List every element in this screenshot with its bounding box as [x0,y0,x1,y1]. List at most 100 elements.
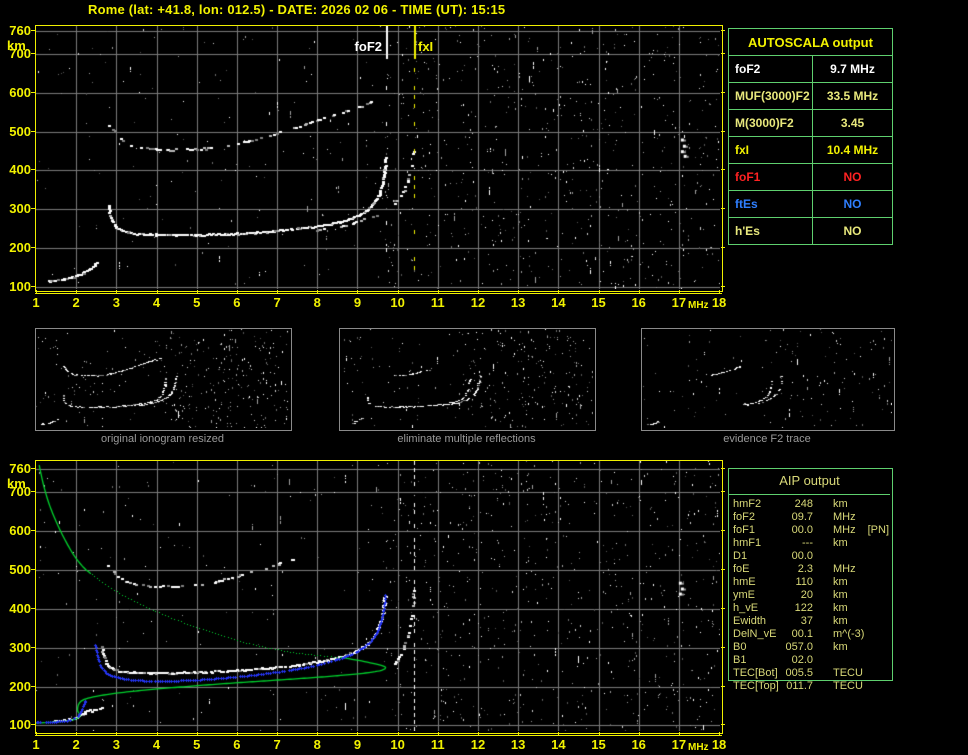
autoscala-value: NO [843,224,862,238]
aip-row: TEC[Top] 011.7 TECU [733,680,903,693]
autoscala-row: ftEs NO [729,191,892,218]
y-axis-tick [31,491,35,493]
x-tick-label: 14 [551,295,566,310]
aip-row: B0 057.0 km [733,641,903,654]
autoscala-row: foF2 9.7 MHz [729,56,892,83]
x-tick-label: 10 [390,295,405,310]
aip-unit: TECU [833,667,863,679]
fxi-marker-label: fxI [418,39,434,54]
y-tick-label: 300 [9,639,31,655]
x-axis-tick [36,732,37,735]
x-axis-tick [518,732,520,735]
aip-unit: km [833,537,848,549]
autoscala-param: MUF(3000)F2 [729,83,813,109]
y-axis-tick [31,685,35,687]
x-axis-tick [477,290,479,293]
aip-unit: m^(-3) [833,628,865,640]
x-axis-tick [236,290,238,293]
autoscala-value: 10.4 MHz [826,143,879,157]
x-axis-tick [317,290,319,293]
x-tick-label: 8 [313,737,321,752]
x-tick-label: 2 [72,295,80,310]
x-tick-label: 15 [591,295,606,310]
aip-table-rows: hmF2 248 km foF2 09.7 MHz foF1 00.0 MHz [PN] hmF1 -… [733,498,903,693]
x-tick-label: 18 [711,737,727,752]
thumbnail-f2-evidence [641,328,895,431]
x-tick-label: 8 [313,295,321,310]
y-axis-tick [721,285,725,287]
x-tick-label: 1 [32,295,40,310]
x-tick-label: 5 [193,737,201,752]
aip-table-separator [729,494,890,495]
x-axis-tick [719,290,721,293]
aip-note: [PN] [867,524,890,536]
aip-param: h_vE [733,602,759,614]
x-axis-tick [558,732,560,735]
x-tick-label: 6 [233,295,241,310]
thumbnail-caption-f2-evidence: evidence F2 trace [723,433,811,445]
aip-param: B0 [733,641,747,653]
y-tick-label: 500 [9,123,31,139]
ionogram-canvas-top [36,26,720,289]
autoscala-row: fxI 10.4 MHz [729,137,892,164]
y-axis-tick [31,169,35,171]
aip-value: 122 [794,602,813,614]
aip-value: 005.5 [785,667,813,679]
aip-unit: km [833,615,848,627]
y-axis-tick [721,569,725,571]
aip-param: foF1 [733,524,756,536]
x-axis-tick [397,732,399,735]
aip-row: foF1 00.0 MHz [PN] [733,524,903,537]
aip-value: 00.0 [791,524,813,536]
autoscala-row: MUF(3000)F2 33.5 MHz [729,83,892,110]
x-axis-unit-label: MHz [688,300,709,311]
aip-param: foF2 [733,511,756,523]
aip-row: foF2 09.7 MHz [733,511,903,524]
y-axis-tick [31,646,35,648]
x-tick-label: 13 [510,295,526,310]
x-axis-tick [437,732,439,735]
x-tick-label: 18 [711,295,727,310]
y-axis-tick [721,685,725,687]
x-axis-tick [76,732,78,735]
y-axis-tick [721,491,725,493]
x-axis-tick [196,732,198,735]
thumbnail-canvas-multiples-removed [340,329,593,428]
thumbnail-caption-original: original ionogram resized [101,433,224,445]
aip-param: TEC[Bot] [733,667,778,679]
aip-param: hmF1 [733,537,762,549]
aip-row: TEC[Bot] 005.5 TECU [733,667,903,680]
x-axis-tick [437,290,439,293]
aip-value: 00.1 [791,628,813,640]
aip-row: D1 00.0 [733,550,903,563]
y-tick-label: 300 [9,201,31,217]
y-axis-tick [31,29,35,31]
autoscala-output-table: AUTOSCALA output foF2 9.7 MHz MUF(3000)F2 3… [728,28,893,245]
ionogram-plot-bottom [35,460,723,734]
y-axis-tick [721,52,725,54]
autoscala-value: NO [843,197,862,211]
aip-value: 057.0 [785,641,813,653]
y-axis-tick [721,247,725,249]
y-axis-tick [721,208,725,210]
aip-param: foE [733,563,750,575]
x-tick-label: 6 [233,737,241,752]
aip-row: hmF2 248 km [733,498,903,511]
x-axis-tick [638,290,640,293]
x-axis-tick [477,732,479,735]
thumbnail-canvas-f2-evidence [642,329,892,428]
x-axis-tick [317,732,319,735]
y-axis-tick [721,130,725,132]
x-tick-label: 15 [591,737,606,752]
station-date-time-header: Rome (lat: +41.8, lon: 012.5) - DATE: 20… [88,2,506,17]
autoscala-row: M(3000)F2 3.45 [729,110,892,137]
x-tick-label: 3 [112,737,120,752]
y-tick-label: 760 [9,22,31,38]
autoscala-row: h'Es NO [729,218,892,244]
x-tick-label: 13 [510,737,526,752]
x-tick-label: 16 [631,737,646,752]
aip-row: h_vE 122 km [733,602,903,615]
x-axis-tick [76,290,78,293]
x-tick-label: 7 [273,295,281,310]
y-tick-label: 600 [9,523,31,539]
